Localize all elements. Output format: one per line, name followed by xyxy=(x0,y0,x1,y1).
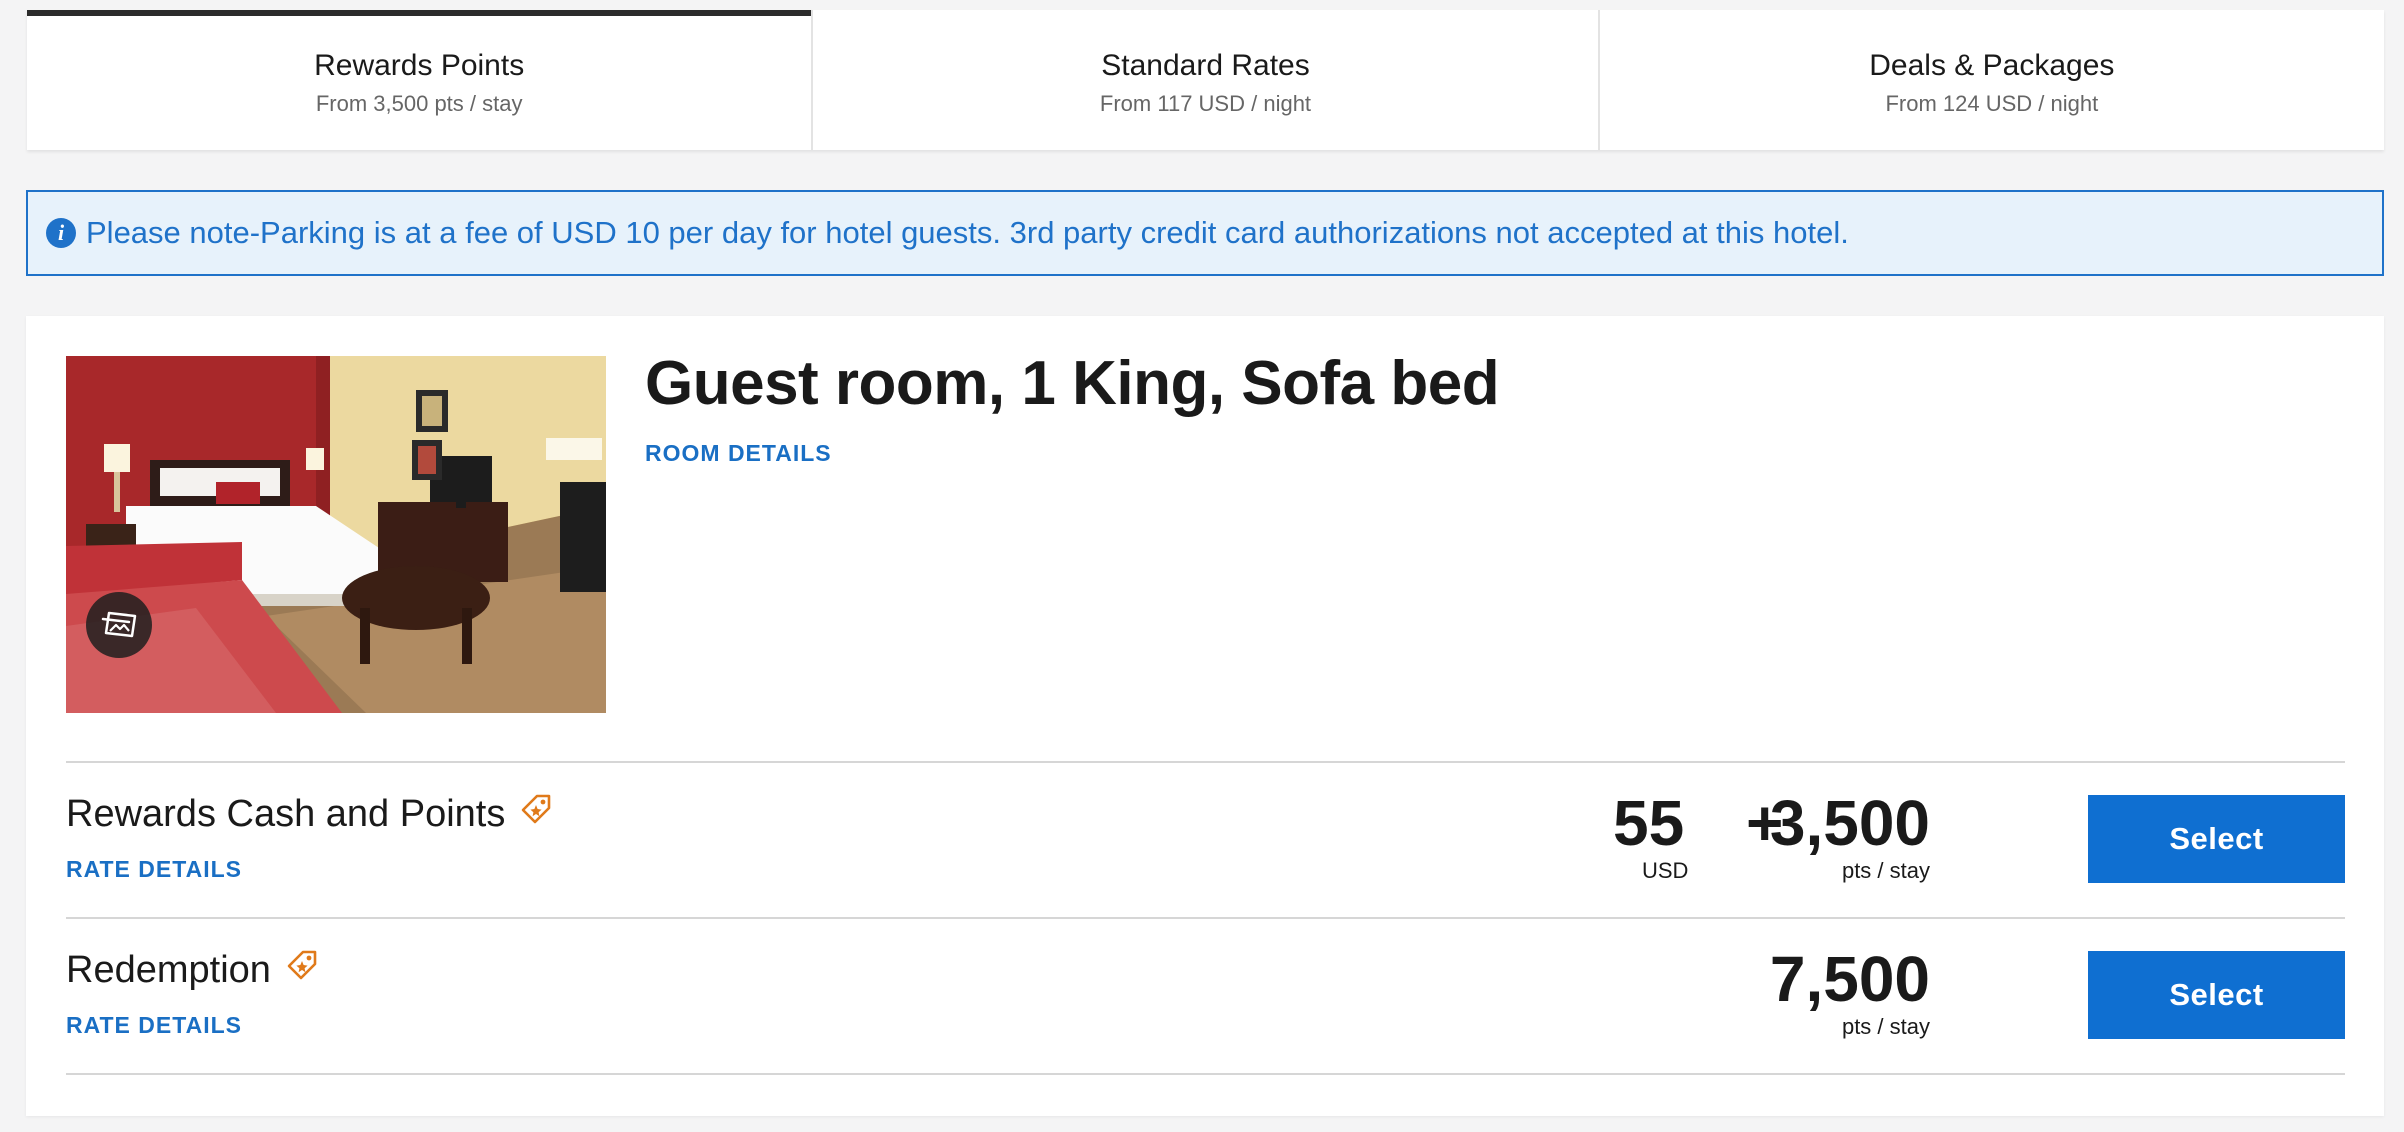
tab-standard-rates[interactable]: Standard Rates From 117 USD / night xyxy=(813,10,1600,150)
tag-icon xyxy=(285,948,319,992)
cash-amount: 55 xyxy=(1613,787,1685,859)
tab-title: Rewards Points xyxy=(314,49,525,82)
select-button[interactable]: Select xyxy=(2088,951,2345,1039)
notice-text: Please note-Parking is at a fee of USD 1… xyxy=(86,215,1849,250)
tag-icon xyxy=(519,792,553,836)
room-title: Guest room, 1 King, Sofa bed xyxy=(645,349,1500,418)
tab-subtitle: From 124 USD / night xyxy=(1885,91,2099,116)
tab-rewards-points[interactable]: Rewards Points From 3,500 pts / stay xyxy=(27,10,814,150)
cash-unit: USD xyxy=(1642,858,1689,883)
room-card: Guest room, 1 King, Sofa bed ROOM DETAIL… xyxy=(26,316,2384,1116)
room-photo-illustration xyxy=(66,356,606,713)
rate-details-link[interactable]: RATE DETAILS xyxy=(66,856,242,883)
divider xyxy=(66,1073,2345,1075)
gallery-icon xyxy=(101,611,137,638)
rate-name: Redemption xyxy=(66,948,271,991)
divider xyxy=(66,917,2345,919)
tab-subtitle: From 3,500 pts / stay xyxy=(315,91,523,116)
points-amount: 7,500 xyxy=(1769,943,1930,1015)
tab-title: Standard Rates xyxy=(1101,49,1310,82)
rate-name-row: Rewards Cash and Points xyxy=(66,792,553,836)
rate-name-row: Redemption xyxy=(66,948,319,992)
rate-tabs: Rewards Points From 3,500 pts / stay Sta… xyxy=(27,10,2384,150)
points-unit: pts / stay xyxy=(1841,858,1930,883)
tab-deals-packages[interactable]: Deals & Packages From 124 USD / night xyxy=(1600,10,2384,150)
points-unit: pts / stay xyxy=(1841,1014,1930,1039)
room-photo[interactable] xyxy=(66,356,606,713)
tab-title: Deals & Packages xyxy=(1869,49,2115,82)
rate-details-link[interactable]: RATE DETAILS xyxy=(66,1012,242,1039)
select-button[interactable]: Select xyxy=(2088,795,2345,883)
divider xyxy=(66,761,2345,763)
photo-gallery-button[interactable] xyxy=(86,592,152,658)
info-icon: i xyxy=(46,218,76,248)
room-details-link[interactable]: ROOM DETAILS xyxy=(645,440,832,467)
tab-subtitle: From 117 USD / night xyxy=(1099,91,1312,116)
hotel-notice-banner: i Please note-Parking is at a fee of USD… xyxy=(26,190,2384,276)
points-amount: 3,500 xyxy=(1769,787,1930,859)
rate-name: Rewards Cash and Points xyxy=(66,792,506,835)
